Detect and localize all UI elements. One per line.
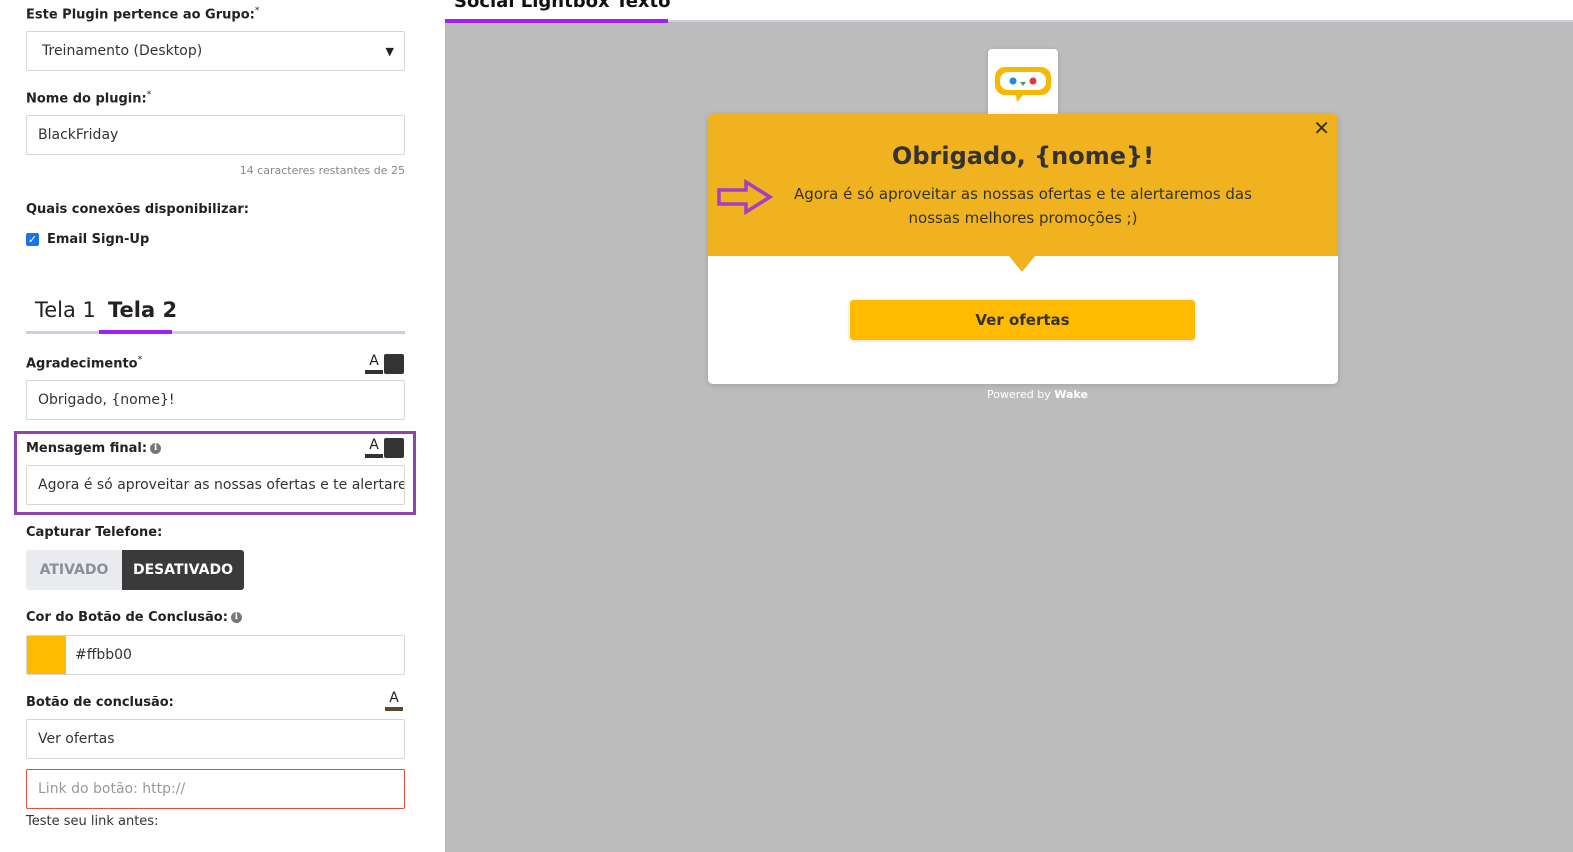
phone-capture-label: Capturar Telefone: bbox=[26, 525, 163, 540]
final-message-format-controls: A bbox=[365, 438, 404, 458]
color-swatch-icon[interactable] bbox=[384, 438, 404, 458]
text-format-icon[interactable]: A bbox=[385, 691, 403, 711]
info-icon[interactable]: i bbox=[230, 612, 242, 623]
popup-header: ✕ Obrigado, {nome}! Agora é só aproveita… bbox=[708, 114, 1338, 256]
powered-by: Powered by Wake bbox=[987, 388, 1088, 401]
text-format-icon[interactable]: A bbox=[365, 354, 383, 374]
thanks-input[interactable]: Obrigado, {nome}! bbox=[26, 380, 405, 420]
chevron-down-icon: ▼ bbox=[385, 44, 394, 58]
button-color-label: Cor do Botão de Conclusão: i bbox=[26, 610, 242, 625]
preview-title-underline bbox=[445, 19, 668, 23]
connection-email-signup[interactable]: ✓ Email Sign-Up bbox=[26, 232, 149, 247]
phone-capture-off-button[interactable]: DESATIVADO bbox=[122, 550, 244, 590]
popup-message: Agora é só aproveitar as nossas ofertas … bbox=[794, 185, 1252, 227]
color-swatch-preview[interactable] bbox=[27, 636, 66, 674]
conclusion-button-input[interactable]: Ver ofertas bbox=[26, 719, 405, 759]
final-message-input[interactable]: Agora é só aproveitar as nossas ofertas … bbox=[26, 465, 405, 505]
popup-title: Obrigado, {nome}! bbox=[891, 142, 1155, 170]
group-select[interactable]: Treinamento (Desktop) ▼ bbox=[26, 31, 405, 71]
phone-capture-toggle: ATIVADO DESATIVADO bbox=[26, 550, 244, 590]
button-color-input[interactable]: #ffbb00 bbox=[26, 635, 405, 675]
tab-tela-1[interactable]: Tela 1 bbox=[35, 298, 96, 322]
conclusion-button-label: Botão de conclusão: bbox=[26, 695, 174, 710]
close-icon[interactable]: ✕ bbox=[1313, 116, 1330, 140]
group-select-value: Treinamento (Desktop) bbox=[42, 43, 203, 59]
popup-notch bbox=[1009, 256, 1035, 272]
thanks-label: Agradecimento* bbox=[26, 355, 143, 372]
text-format-icon[interactable]: A bbox=[365, 438, 383, 458]
conclusion-format-controls: A bbox=[385, 691, 403, 711]
lightbox-popup: ✕ Obrigado, {nome}! Agora é só aproveita… bbox=[708, 114, 1338, 384]
active-tab-indicator bbox=[99, 330, 172, 334]
button-link-input[interactable]: Link do botão: http:// bbox=[26, 769, 405, 809]
tabs-divider bbox=[26, 331, 405, 334]
phone-capture-on-button[interactable]: ATIVADO bbox=[26, 550, 122, 590]
info-icon[interactable]: i bbox=[150, 443, 162, 454]
thanks-format-controls: A bbox=[365, 354, 404, 374]
plugin-name-char-count: 14 caracteres restantes de 25 bbox=[239, 164, 405, 177]
preview-header: Social Lightbox Texto bbox=[445, 0, 1573, 23]
plugin-name-input[interactable]: BlackFriday bbox=[26, 115, 405, 155]
group-label: Este Plugin pertence ao Grupo:* bbox=[26, 6, 260, 23]
color-swatch-icon[interactable] bbox=[384, 354, 404, 374]
plugin-name-label: Nome do plugin:* bbox=[26, 90, 152, 107]
checkbox-checked-icon[interactable]: ✓ bbox=[26, 233, 39, 246]
tab-tela-2[interactable]: Tela 2 bbox=[108, 298, 177, 322]
final-message-label: Mensagem final: i bbox=[26, 441, 162, 456]
chat-bubble-logo-icon bbox=[988, 49, 1058, 119]
preview-pane: Social Lightbox Texto ✕ Obrigado, {nome}… bbox=[445, 0, 1573, 852]
connections-label: Quais conexões disponibilizar: bbox=[26, 202, 249, 217]
link-test-label: Teste seu link antes: bbox=[26, 814, 159, 829]
preview-title: Social Lightbox Texto bbox=[454, 0, 671, 12]
arrow-right-icon bbox=[717, 178, 774, 216]
cta-button[interactable]: Ver ofertas bbox=[850, 300, 1195, 340]
powered-brand: Wake bbox=[1054, 388, 1088, 401]
plugin-settings-panel: Este Plugin pertence ao Grupo:* Treiname… bbox=[0, 0, 445, 852]
